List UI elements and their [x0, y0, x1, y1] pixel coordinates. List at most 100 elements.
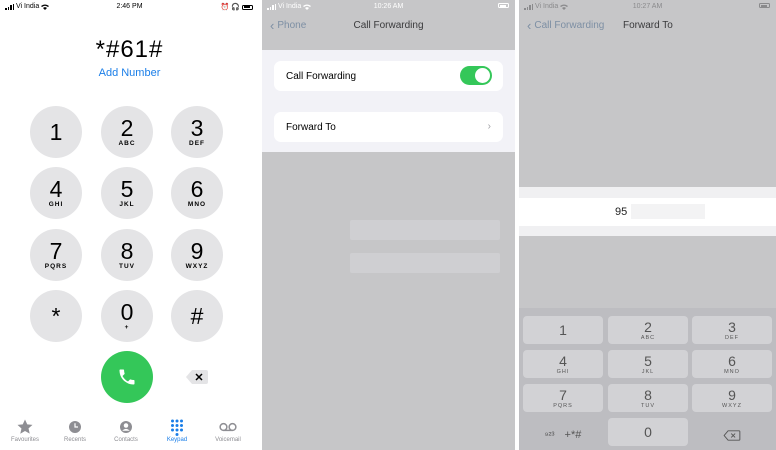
key-letters: TUV [119, 263, 135, 270]
back-button[interactable]: ‹ Call Forwarding [527, 17, 604, 33]
add-number-link[interactable]: Add Number [0, 67, 259, 79]
key-digit: 9 [728, 386, 736, 403]
call-forwarding-toggle[interactable] [460, 66, 492, 85]
tab-bar: Favourites Recents Contacts Keypad Voice… [0, 414, 259, 450]
dialer-screen: Vi India 2:46 PM ⏰ 🎧 *#61# Add Number 1 2… [0, 0, 259, 450]
status-bar: Vi India 2:46 PM ⏰ 🎧 [0, 0, 259, 14]
battery-icon [242, 4, 253, 10]
status-time: 10:26 AM [373, 3, 404, 10]
key-6[interactable]: 6 MNO [171, 167, 223, 219]
call-button[interactable] [101, 351, 153, 403]
forward-number-value: 95 [615, 206, 628, 218]
key-digit: 9 [190, 238, 204, 264]
key-digit: 6 [190, 176, 204, 202]
key-0[interactable]: 0 [608, 418, 688, 446]
symbols-key[interactable]: ⁹²³ +*# [523, 421, 603, 449]
key-5[interactable]: 5 JKL [608, 350, 688, 378]
forward-to-screen: Vi India 10:27 AM ‹ Call Forwarding Forw… [519, 0, 776, 450]
forward-to-label: Forward To [286, 121, 336, 133]
key-letters: MNO [724, 368, 740, 375]
key-letters: WXYZ [722, 402, 742, 409]
status-bar: Vi India 10:27 AM [519, 0, 776, 14]
key-digit: 0 [644, 424, 652, 440]
key-letters: ABC [118, 140, 136, 147]
key-5[interactable]: 5 JKL [101, 167, 153, 219]
key-7[interactable]: 7 PQRS [523, 384, 603, 412]
battery-icon [759, 3, 770, 8]
symbols-label: +*# [564, 429, 582, 441]
key-9[interactable]: 9 WXYZ [692, 384, 772, 412]
key-4[interactable]: 4 GHI [30, 167, 82, 219]
key-digit: 1 [49, 119, 63, 145]
key-8[interactable]: 8 TUV [101, 229, 153, 281]
key-4[interactable]: 4 GHI [523, 350, 603, 378]
key-1[interactable]: 1 [30, 106, 82, 158]
key-hash[interactable]: # [171, 290, 223, 342]
key-letters: PQRS [553, 402, 573, 409]
key-2[interactable]: 2 ABC [608, 316, 688, 344]
key-digit: 7 [559, 386, 567, 403]
key-letters: GHI [48, 201, 64, 208]
chevron-left-icon: ‹ [527, 17, 532, 33]
call-forwarding-screen: Vi India 10:26 AM ‹ Phone Call Forwardin… [262, 0, 515, 450]
tab-favourites[interactable]: Favourites [0, 418, 50, 443]
key-digit: 2 [120, 115, 134, 141]
alarm-icon: ⏰ [220, 4, 230, 11]
status-bar: Vi India 10:26 AM [262, 0, 515, 14]
tab-label: Keypad [166, 437, 188, 443]
tab-label: Contacts [114, 437, 138, 443]
key-letters: JKL [119, 201, 135, 208]
key-0[interactable]: 0 + [101, 290, 153, 342]
forward-to-row[interactable]: Forward To › [274, 112, 503, 142]
delete-key[interactable] [692, 421, 772, 449]
keypad-icon [171, 419, 183, 436]
forward-number-field[interactable]: 95 [519, 198, 776, 226]
status-time: 10:27 AM [632, 3, 663, 10]
key-digit: 5 [644, 352, 652, 369]
key-letters: TUV [641, 402, 655, 409]
key-letters: DEF [189, 140, 205, 147]
tab-recents[interactable]: Recents [50, 418, 100, 443]
key-7[interactable]: 7 PQRS [30, 229, 82, 281]
tab-label: Favourites [10, 437, 39, 443]
key-digit: 1 [559, 322, 567, 338]
key-digit: 4 [49, 176, 63, 202]
backspace-icon[interactable] [186, 370, 208, 384]
page-title: Call Forwarding [353, 20, 424, 31]
tab-label: Recents [63, 437, 86, 443]
clock-icon [69, 421, 81, 433]
call-forwarding-row: Call Forwarding [274, 61, 503, 91]
key-letters: JKL [641, 368, 655, 375]
key-digit: 6 [728, 352, 736, 369]
key-8[interactable]: 8 TUV [608, 384, 688, 412]
tab-label: Voicemail [215, 437, 241, 443]
tab-keypad[interactable]: Keypad [152, 418, 202, 443]
key-digit: 5 [120, 176, 134, 202]
redacted-number [631, 204, 705, 219]
key-letters: PQRS [44, 263, 68, 270]
key-1[interactable]: 1 [523, 316, 603, 344]
key-digit: # [190, 303, 204, 329]
key-letters: WXYZ [185, 263, 209, 270]
key-6[interactable]: 6 MNO [692, 350, 772, 378]
key-letters: GHI [556, 368, 570, 375]
key-9[interactable]: 9 WXYZ [171, 229, 223, 281]
tab-voicemail[interactable]: Voicemail [203, 418, 253, 443]
key-digit: 8 [644, 386, 652, 403]
key-2[interactable]: 2 ABC [101, 106, 153, 158]
backspace-icon [723, 429, 741, 441]
chevron-right-icon: › [487, 121, 491, 132]
nav-bar: ‹ Phone Call Forwarding [262, 14, 515, 38]
person-icon [120, 421, 132, 433]
key-digit: * [51, 303, 61, 329]
battery-icon [498, 3, 509, 8]
key-digit: 0 [120, 299, 134, 325]
tab-contacts[interactable]: Contacts [101, 418, 151, 443]
key-3[interactable]: 3 DEF [171, 106, 223, 158]
page-title: Forward To [623, 20, 673, 31]
key-3[interactable]: 3 DEF [692, 316, 772, 344]
dialed-number: *#61# [95, 36, 164, 63]
key-star[interactable]: * [30, 290, 82, 342]
faded-row [350, 253, 500, 273]
key-letters: MNO [187, 201, 207, 208]
